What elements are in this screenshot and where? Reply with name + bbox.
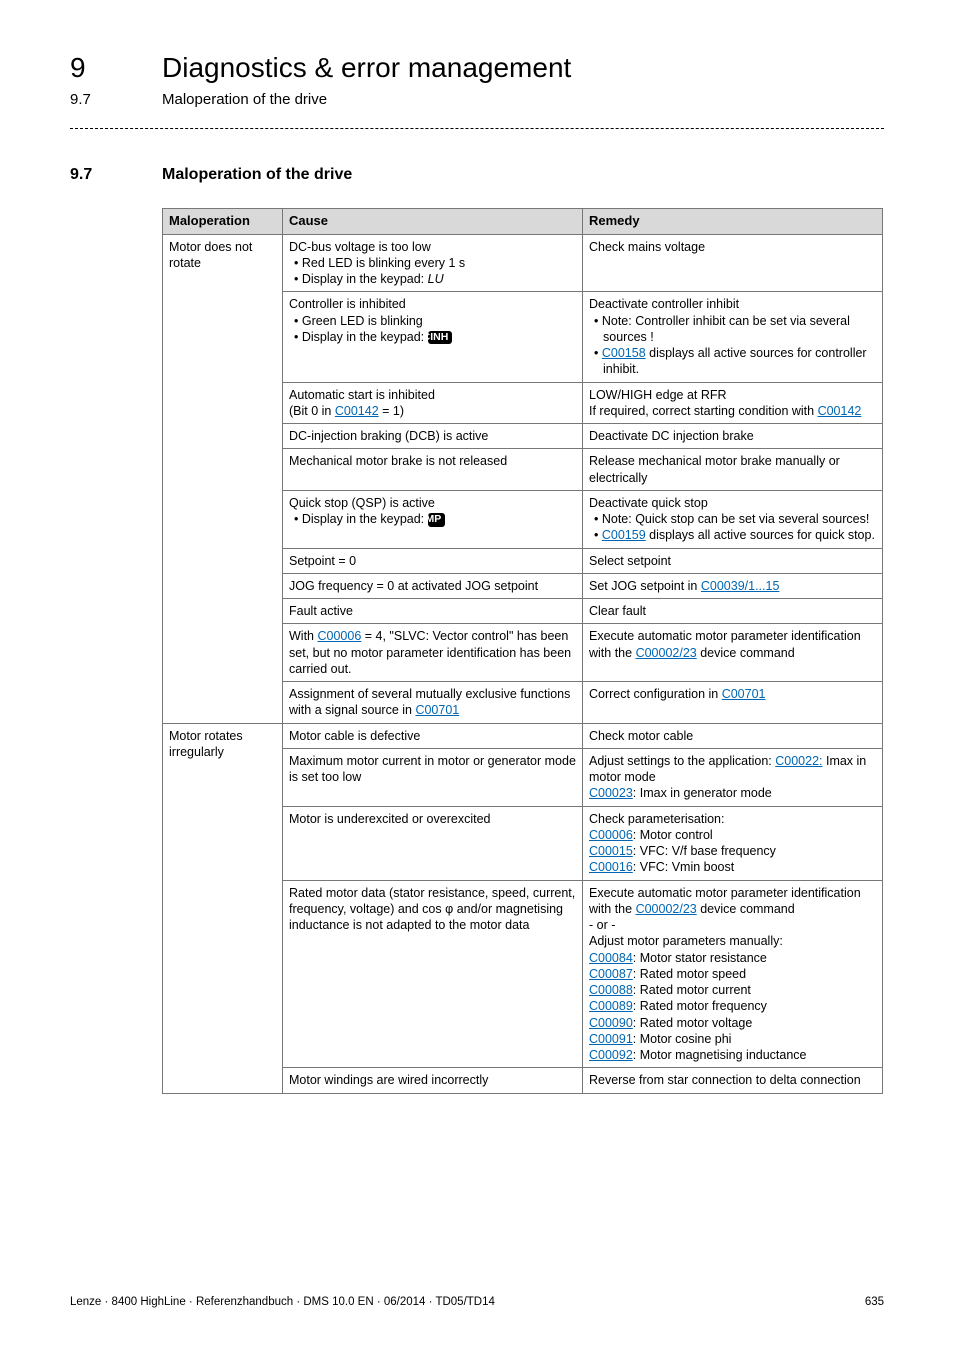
remedy-text: Deactivate controller inhibit [589, 297, 739, 311]
code-link[interactable]: C00701 [415, 703, 459, 717]
cause-cell: Maximum motor current in motor or genera… [283, 748, 583, 806]
remedy-cell: Adjust settings to the application: C000… [583, 748, 883, 806]
code-link[interactable]: C00088 [589, 983, 633, 997]
remedy-text: Adjust motor parameters manually: [589, 934, 783, 948]
code-link[interactable]: C00089 [589, 999, 633, 1013]
cause-bullet: Display in the keypad: LU [289, 271, 576, 287]
remedy-cell: Check motor cable [583, 723, 883, 748]
chapter-title: Diagnostics & error management [162, 50, 571, 86]
table-row: Motor rotates irregularly Motor cable is… [163, 723, 883, 748]
remedy-bullet: C00159 displays all active sources for q… [589, 527, 876, 543]
cause-text: DC-bus voltage is too low [289, 240, 431, 254]
subsection-title: Maloperation of the drive [162, 90, 327, 110]
remedy-cell: Select setpoint [583, 548, 883, 573]
keypad-badge: IMP [428, 513, 446, 527]
cause-cell: DC-injection braking (DCB) is active [283, 424, 583, 449]
table-row: Motor does not rotate DC-bus voltage is … [163, 234, 883, 292]
page-header: 9 Diagnostics & error management [70, 50, 884, 86]
code-link[interactable]: C00023 [589, 786, 633, 800]
code-link[interactable]: C00022: [775, 754, 822, 768]
remedy-cell: Deactivate DC injection brake [583, 424, 883, 449]
code-link[interactable]: C00090 [589, 1016, 633, 1030]
cause-text: Quick stop (QSP) is active [289, 496, 435, 510]
page-footer: Lenze · 8400 HighLine · Referenzhandbuch… [70, 1295, 884, 1310]
remedy-bullet: C00158 displays all active sources for c… [589, 345, 876, 378]
code-link[interactable]: C00158 [602, 346, 646, 360]
code-link[interactable]: C00091 [589, 1032, 633, 1046]
cause-text: Automatic start is inhibited [289, 388, 435, 402]
code-link[interactable]: C00006 [589, 828, 633, 842]
remedy-bullet: Note: Controller inhibit can be set via … [589, 313, 876, 346]
cause-cell: Motor is underexcited or overexcited [283, 806, 583, 880]
code-link[interactable]: C00039/1...15 [701, 579, 780, 593]
divider [70, 128, 884, 129]
code-link[interactable]: C00087 [589, 967, 633, 981]
remedy-cell: Set JOG setpoint in C00039/1...15 [583, 573, 883, 598]
remedy-cell: Correct configuration in C00701 [583, 682, 883, 724]
remedy-text: Check parameterisation: [589, 812, 724, 826]
remedy-text: LOW/HIGH edge at RFR [589, 388, 727, 402]
remedy-text: Deactivate quick stop [589, 496, 708, 510]
code-link[interactable]: C00142 [818, 404, 862, 418]
cause-cell: Quick stop (QSP) is active Display in th… [283, 490, 583, 548]
col-maloperation: Maloperation [163, 208, 283, 234]
cause-cell: JOG frequency = 0 at activated JOG setpo… [283, 573, 583, 598]
cause-bullet: Red LED is blinking every 1 s [289, 255, 576, 271]
remedy-cell: Reverse from star connection to delta co… [583, 1068, 883, 1093]
cause-cell: Motor cable is defective [283, 723, 583, 748]
remedy-cell: Deactivate controller inhibit Note: Cont… [583, 292, 883, 382]
remedy-cell: Deactivate quick stop Note: Quick stop c… [583, 490, 883, 548]
code-link[interactable]: C00084 [589, 951, 633, 965]
code-link[interactable]: C00002/23 [636, 902, 697, 916]
cause-cell: Automatic start is inhibited (Bit 0 in C… [283, 382, 583, 424]
footer-page-number: 635 [865, 1295, 884, 1310]
cause-cell: Setpoint = 0 [283, 548, 583, 573]
cause-cell: Mechanical motor brake is not released [283, 449, 583, 491]
code-link[interactable]: C00142 [335, 404, 379, 418]
code-link[interactable]: C00015 [589, 844, 633, 858]
cause-cell: Fault active [283, 599, 583, 624]
code-link[interactable]: C00701 [722, 687, 766, 701]
chapter-number: 9 [70, 50, 162, 86]
code-link[interactable]: C00006 [317, 629, 361, 643]
code-link[interactable]: C00002/23 [636, 646, 697, 660]
code-link[interactable]: C00092 [589, 1048, 633, 1062]
remedy-cell: LOW/HIGH edge at RFR If required, correc… [583, 382, 883, 424]
remedy-cell: Execute automatic motor parameter identi… [583, 624, 883, 682]
remedy-cell: Clear fault [583, 599, 883, 624]
cause-cell: Motor windings are wired incorrectly [283, 1068, 583, 1093]
cause-cell: DC-bus voltage is too low Red LED is bli… [283, 234, 583, 292]
subsection-number: 9.7 [70, 90, 162, 110]
cause-cell: Controller is inhibited Green LED is bli… [283, 292, 583, 382]
remedy-cell: Execute automatic motor parameter identi… [583, 880, 883, 1068]
cause-text: Controller is inhibited [289, 297, 406, 311]
code-link[interactable]: C00159 [602, 528, 646, 542]
section-heading: 9.7 Maloperation of the drive [70, 165, 884, 186]
cause-cell: Rated motor data (stator resistance, spe… [283, 880, 583, 1068]
section-number: 9.7 [70, 165, 162, 186]
keypad-badge: CINH [428, 331, 453, 345]
col-cause: Cause [283, 208, 583, 234]
table-header-row: Maloperation Cause Remedy [163, 208, 883, 234]
cause-bullet: Display in the keypad: IMP [289, 511, 576, 527]
code-link[interactable]: C00016 [589, 860, 633, 874]
col-remedy: Remedy [583, 208, 883, 234]
remedy-cell: Check parameterisation: C00006: Motor co… [583, 806, 883, 880]
cause-bullet: Green LED is blinking [289, 313, 576, 329]
cause-cell: Assignment of several mutually exclusive… [283, 682, 583, 724]
remedy-cell: Release mechanical motor brake manually … [583, 449, 883, 491]
or-text: - or - [589, 918, 615, 932]
remedy-bullet: Note: Quick stop can be set via several … [589, 511, 876, 527]
maloperation-table: Maloperation Cause Remedy Motor does not… [162, 208, 883, 1094]
subsection-header: 9.7 Maloperation of the drive [70, 90, 884, 110]
footer-left: Lenze · 8400 HighLine · Referenzhandbuch… [70, 1295, 495, 1310]
maloperation-cell: Motor does not rotate [163, 234, 283, 723]
cause-bullet: Display in the keypad: CINH [289, 329, 576, 345]
section-title: Maloperation of the drive [162, 165, 352, 186]
remedy-cell: Check mains voltage [583, 234, 883, 292]
maloperation-cell: Motor rotates irregularly [163, 723, 283, 1093]
cause-cell: With C00006 = 4, "SLVC: Vector control" … [283, 624, 583, 682]
